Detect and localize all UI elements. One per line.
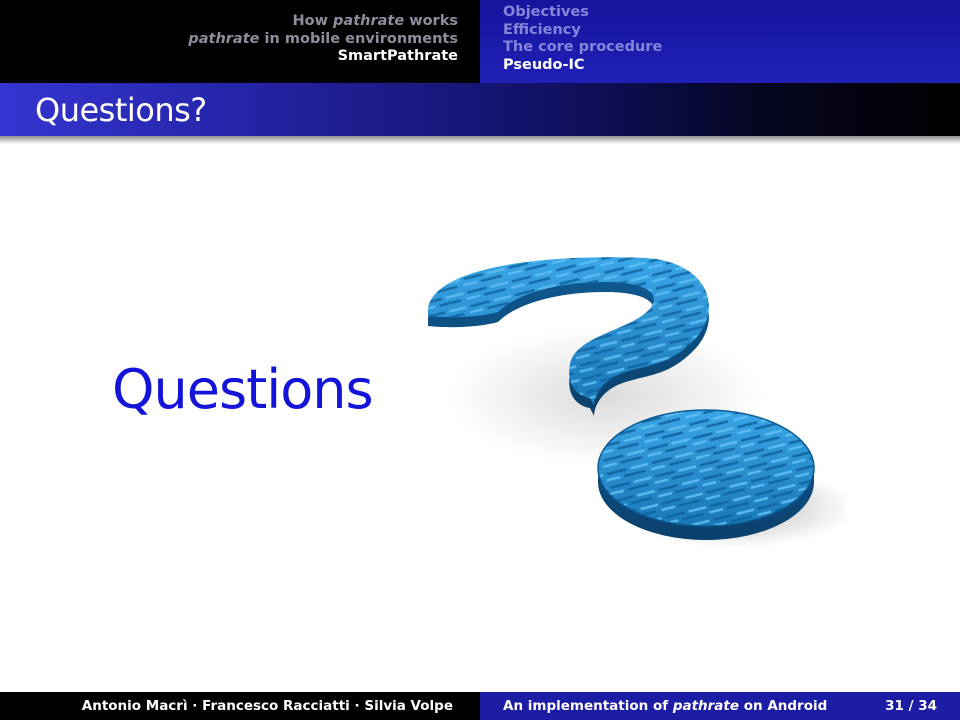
section-navigation: How pathrate works pathrate in mobile en… bbox=[0, 0, 480, 83]
frame-title-bar: Questions? bbox=[0, 83, 960, 136]
footer-authors-bar: Antonio Macrì · Francesco Racciatti · Si… bbox=[0, 692, 480, 720]
questions-heading: Questions bbox=[112, 358, 374, 421]
frame-title: Questions? bbox=[35, 91, 207, 129]
section-link-smartpathrate[interactable]: SmartPathrate bbox=[188, 48, 458, 66]
section-list: How pathrate works pathrate in mobile en… bbox=[188, 13, 458, 66]
subsection-link-efficiency[interactable]: Efficiency bbox=[503, 22, 662, 40]
subsection-link-pseudo-ic[interactable]: Pseudo-IC bbox=[503, 57, 662, 75]
section-link-how-pathrate-works[interactable]: How pathrate works bbox=[188, 13, 458, 31]
section-link-pathrate-mobile[interactable]: pathrate in mobile environments bbox=[188, 31, 458, 49]
subsection-list: Objectives Efficiency The core procedure… bbox=[503, 4, 662, 74]
subsection-link-objectives[interactable]: Objectives bbox=[503, 4, 662, 22]
footer-authors: Antonio Macrì · Francesco Racciatti · Si… bbox=[81, 698, 453, 714]
subsection-navigation: Objectives Efficiency The core procedure… bbox=[480, 0, 960, 83]
footer-talk-title: An implementation of pathrate on Android bbox=[503, 698, 828, 714]
footer-title-bar: An implementation of pathrate on Android… bbox=[480, 692, 960, 720]
title-bar-shadow bbox=[0, 136, 960, 144]
subsection-link-core-procedure[interactable]: The core procedure bbox=[503, 39, 662, 57]
page-number: 31 / 34 bbox=[885, 698, 937, 714]
question-mark-word-cloud-icon bbox=[428, 257, 854, 548]
question-mark-image bbox=[406, 246, 854, 562]
